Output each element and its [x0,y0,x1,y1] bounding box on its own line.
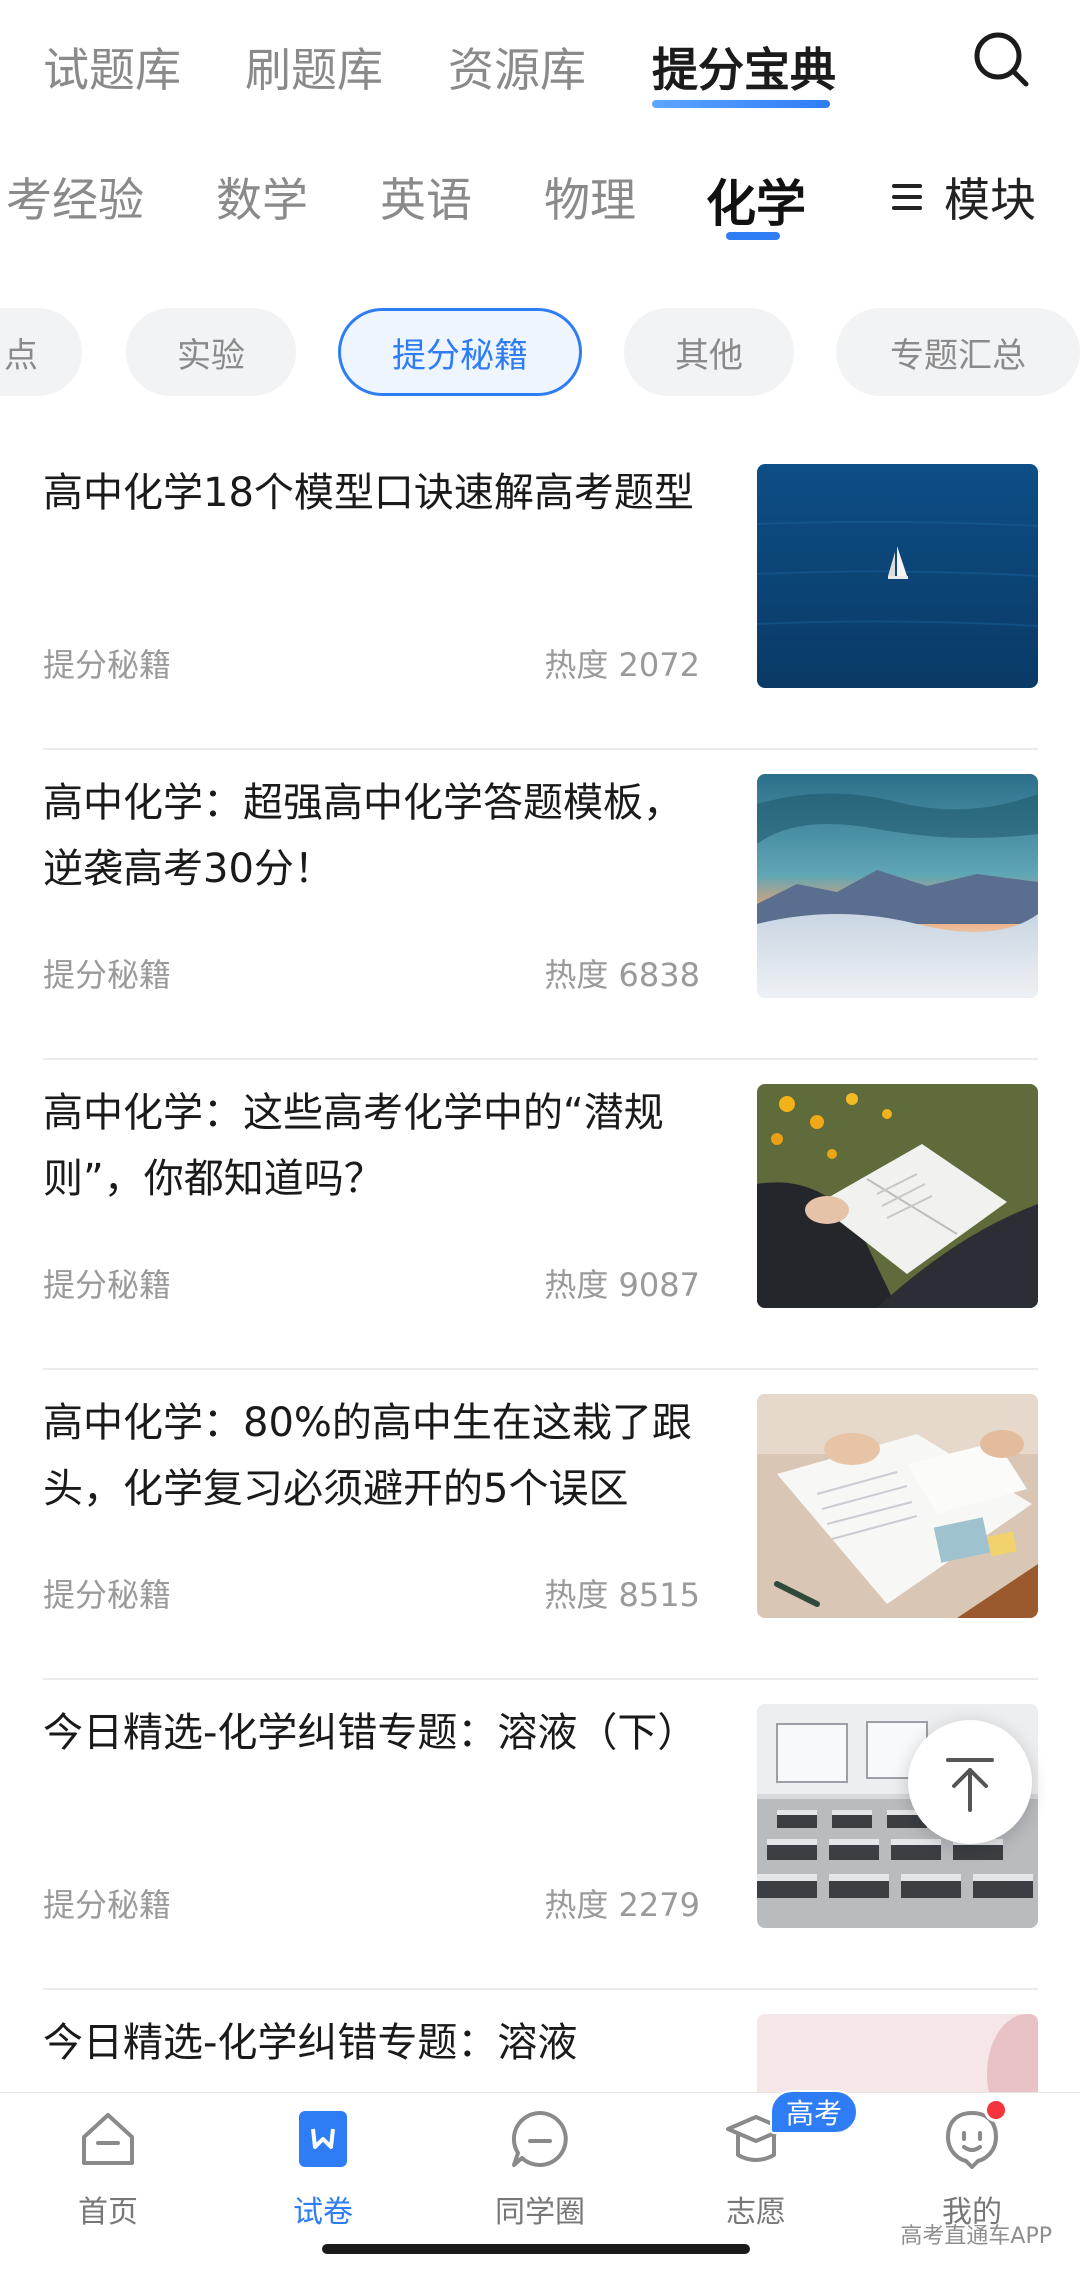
search-icon[interactable] [972,30,1032,90]
article-item[interactable]: 高中化学：这些高考化学中的“潜规则”，你都知道吗？ 提分秘籍 热度 9087 [0,1060,1080,1370]
tab-question-bank[interactable]: 试题库 [43,34,181,100]
reading-book-thumbnail [757,1084,1038,1308]
article-heat: 热度 8515 [544,1576,700,1614]
paper-icon [291,2107,355,2171]
back-to-top-button[interactable] [908,1720,1032,1844]
category-chips: 点 实验 提分秘籍 其他 专题汇总 [0,306,1080,398]
sea-sailboat-thumbnail [757,464,1038,688]
top-tab-bar: 试题库 刷题库 资源库 提分宝典 [0,0,1080,128]
article-title: 高中化学：这些高考化学中的“潜规则”，你都知道吗？ [43,1090,664,1202]
notification-dot [984,2098,1008,2122]
subject-tab-english[interactable]: 英语 [380,164,472,230]
subject-tab-physics[interactable]: 物理 [544,164,636,230]
tab-score-guide[interactable]: 提分宝典 [652,34,836,100]
subject-tab-experience[interactable]: 考经验 [6,164,144,230]
article-item[interactable]: 高中化学18个模型口诀速解高考题型 提分秘籍 热度 2072 [0,440,1080,750]
chat-icon [508,2107,572,2171]
article-tag: 提分秘籍 [43,956,172,994]
article-tag: 提分秘籍 [43,1266,172,1304]
tab-practice-bank[interactable]: 刷题库 [245,34,383,100]
subject-tab-math[interactable]: 数学 [216,164,308,230]
nav-classmates[interactable]: 同学圈 [460,2107,620,2231]
subject-tab-bar: 考经验 数学 英语 物理 化学 模块 [0,148,1080,258]
article-heat: 热度 2072 [544,646,700,684]
menu-icon [892,182,922,212]
module-label: 模块 [944,173,1036,227]
chip-points[interactable]: 点 [0,308,82,396]
article-title: 高中化学18个模型口诀速解高考题型 [43,470,694,516]
article-list: 高中化学18个模型口诀速解高考题型 提分秘籍 热度 2072 高中化学：超强高中… [0,440,1080,2092]
chip-other[interactable]: 其他 [624,308,794,396]
article-heat: 热度 9087 [544,1266,700,1304]
article-tag: 提分秘籍 [43,646,172,684]
chip-topic-summary[interactable]: 专题汇总 [836,308,1080,396]
app-watermark: 高考直通车APP [900,2224,1052,2249]
nav-label: 同学圈 [495,2195,585,2230]
article-title: 高中化学：超强高中化学答题模板，逆袭高考30分！ [43,780,683,892]
nav-profile[interactable]: 我的 [892,2107,1052,2231]
article-title: 高中化学：80%的高中生在这栽了跟头，化学复习必须避开的5个误区 [43,1400,692,1512]
article-title: 今日精选-化学纠错专题：溶液（下） [43,1710,698,1756]
nav-label: 志愿 [726,2195,786,2230]
nav-label: 试卷 [293,2195,353,2230]
chip-experiment[interactable]: 实验 [126,308,296,396]
chip-score-tips[interactable]: 提分秘籍 [338,308,582,396]
desert-sunset-thumbnail [757,774,1038,998]
home-icon [76,2107,140,2171]
module-button[interactable]: 模块 [892,164,1036,230]
article-item[interactable]: 高中化学：80%的高中生在这栽了跟头，化学复习必须避开的5个误区 提分秘籍 热度… [0,1370,1080,1680]
article-title: 今日精选-化学纠错专题：溶液 [43,2020,578,2066]
arrow-up-icon [946,1758,994,1812]
home-indicator[interactable] [322,2244,750,2254]
nav-label: 首页 [78,2195,138,2230]
active-tab-indicator [652,100,830,108]
pink-blur-thumbnail [757,2014,1038,2092]
article-tag: 提分秘籍 [43,1576,172,1614]
nav-papers[interactable]: 试卷 [243,2107,403,2231]
writing-desk-thumbnail [757,1394,1038,1618]
tab-resource-bank[interactable]: 资源库 [448,34,586,100]
gaokao-badge: 高考 [770,2090,859,2134]
article-heat: 热度 2279 [544,1886,700,1924]
nav-home[interactable]: 首页 [28,2107,188,2231]
article-item[interactable]: 高中化学：超强高中化学答题模板，逆袭高考30分！ 提分秘籍 热度 6838 [0,750,1080,1060]
article-heat: 热度 6838 [544,956,700,994]
subject-tab-chemistry[interactable]: 化学 [706,164,806,236]
article-tag: 提分秘籍 [43,1886,172,1924]
article-item[interactable]: 今日精选-化学纠错专题：溶液 [0,1990,1080,2092]
active-subject-indicator [726,232,780,240]
